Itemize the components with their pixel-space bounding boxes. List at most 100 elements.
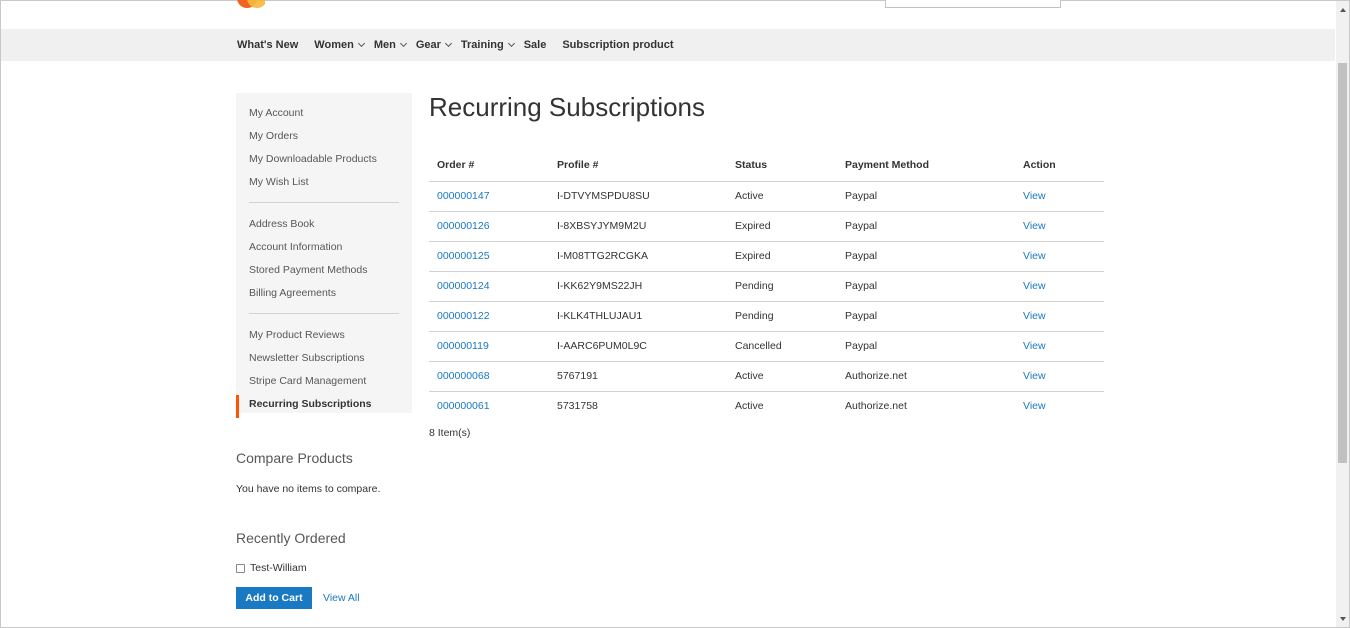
nav-item-sale[interactable]: Sale [524, 39, 547, 51]
cell-order: 000000122 [429, 301, 549, 332]
cell-payment: Paypal [837, 301, 1015, 332]
order-link[interactable]: 000000125 [437, 250, 490, 262]
search-input[interactable] [885, 0, 1061, 8]
nav-item-men[interactable]: Men [373, 39, 407, 51]
cell-status: Pending [727, 271, 837, 302]
sidebar-item-my-downloadable-products[interactable]: My Downloadable Products [236, 150, 412, 173]
subscriptions-table: Order # Profile # Status Payment Method … [429, 150, 1104, 421]
table-row: 000000147 I-DTVYMSPDU8SU Active Paypal View [429, 181, 1104, 212]
cell-profile: I-AARC6PUM0L9C [549, 331, 727, 362]
nav-item-label: Men [373, 39, 396, 51]
sidebar-item-account-information[interactable]: Account Information [236, 238, 412, 261]
table-row: 000000125 I-M08TTG2RCGKA Expired Paypal View [429, 241, 1104, 272]
nav-item-gear[interactable]: Gear [415, 39, 452, 51]
recently-ordered-title: Recently Ordered [236, 530, 346, 546]
nav-item-label: Women [314, 39, 354, 51]
nav-item-women[interactable]: Women [314, 39, 365, 51]
cell-status: Active [727, 361, 837, 392]
add-to-cart-button[interactable]: Add to Cart [236, 587, 312, 609]
checkbox-icon[interactable] [236, 563, 245, 573]
cell-order: 000000068 [429, 361, 549, 392]
account-navigation: My Account My Orders My Downloadable Produ… [236, 93, 412, 418]
page-scrollbar[interactable] [1336, 1, 1349, 627]
nav-menu: What's New Women Men Gear Training Sale Subscr… [237, 29, 690, 61]
cell-payment: Paypal [837, 181, 1015, 212]
table-header-row: Order # Profile # Status Payment Method … [429, 150, 1104, 182]
table-row: 000000119 I-AARC6PUM0L9C Cancelled Paypal Vi… [429, 331, 1104, 362]
sidebar-item-address-book[interactable]: Address Book [236, 215, 412, 238]
cell-action: View [1015, 331, 1104, 362]
cell-action: View [1015, 271, 1104, 302]
nav-item-what-s-new[interactable]: What's New [237, 39, 298, 51]
cell-action: View [1015, 181, 1104, 212]
nav-item-training[interactable]: Training [461, 39, 515, 51]
page-title: Recurring Subscriptions [429, 92, 706, 122]
cell-order: 000000124 [429, 271, 549, 302]
sidebar-item-my-account[interactable]: My Account [236, 104, 412, 127]
cell-status: Active [735, 400, 764, 413]
table-row: 000000126 I-8XBSYJYM9M2U Expired Paypal View [429, 211, 1104, 242]
order-link[interactable]: 000000068 [437, 370, 490, 382]
view-all-link[interactable]: View All [323, 592, 360, 604]
cell-order: 000000147 [429, 181, 549, 212]
cell-profile: 5731758 [557, 400, 598, 413]
nav-item-label: Gear [415, 39, 441, 51]
view-link[interactable]: View [1023, 310, 1046, 322]
order-link[interactable]: 000000124 [437, 280, 490, 292]
order-link[interactable]: 000000061 [437, 400, 490, 412]
cell-payment: Paypal [837, 271, 1015, 302]
sidebar-item-newsletter-subscriptions[interactable]: Newsletter Subscriptions [236, 349, 412, 372]
order-link[interactable]: 000000122 [437, 310, 490, 322]
view-link[interactable]: View [1023, 340, 1046, 352]
nav-item-label: Subscription product [562, 39, 674, 51]
view-link[interactable]: View [1023, 190, 1046, 202]
recently-ordered-item-label: Test-William [250, 562, 307, 574]
chevron-down-icon [507, 39, 515, 48]
main-navigation: What's New Women Men Gear Training Sale Subscr… [1, 29, 1335, 61]
column-header-profile: Profile # [549, 150, 727, 182]
cell-profile: I-M08TTG2RCGKA [549, 241, 727, 272]
recently-ordered-item: Test-William [236, 562, 307, 574]
chevron-down-icon [444, 39, 452, 48]
cell-action: View [1015, 391, 1104, 421]
scroll-thumb[interactable] [1338, 63, 1347, 463]
sidebar-item-stored-payment-methods[interactable]: Stored Payment Methods [236, 261, 412, 284]
order-link[interactable]: 000000126 [437, 220, 490, 232]
cell-profile: I-KLK4THLUJAU1 [549, 301, 727, 332]
sidebar-item-stripe-card-management[interactable]: Stripe Card Management [236, 372, 412, 395]
nav-item-subscription-product[interactable]: Subscription product [562, 39, 673, 51]
cell-status: Active [727, 181, 837, 212]
sidebar-item-billing-agreements[interactable]: Billing Agreements [236, 284, 412, 307]
cell-profile: I-8XBSYJYM9M2U [549, 211, 727, 242]
order-link[interactable]: 000000119 [437, 340, 489, 352]
view-link[interactable]: View [1023, 400, 1046, 412]
sidebar-divider [249, 202, 399, 203]
sidebar-item-my-wish-list[interactable]: My Wish List [236, 173, 412, 196]
store-logo[interactable] [237, 0, 265, 9]
chevron-down-icon [357, 39, 365, 48]
view-link[interactable]: View [1023, 280, 1046, 292]
cell-order: 000000126 [429, 211, 549, 242]
view-link[interactable]: View [1023, 250, 1046, 262]
cell-profile: 5767191 [549, 361, 727, 392]
order-link[interactable]: 000000147 [437, 190, 490, 202]
column-header-action: Action [1015, 150, 1104, 182]
chevron-down-icon [399, 39, 407, 48]
cell-action: View [1015, 241, 1104, 272]
sidebar-item-my-orders[interactable]: My Orders [236, 127, 412, 150]
items-count: 8 Item(s) [429, 427, 471, 439]
arrow-up-icon[interactable] [1340, 8, 1346, 12]
view-link[interactable]: View [1023, 220, 1046, 232]
cell-status: Pending [727, 301, 837, 332]
arrow-down-icon[interactable] [1340, 617, 1346, 621]
cell-payment: Paypal [837, 241, 1015, 272]
cell-payment: Paypal [837, 211, 1015, 242]
cell-order: 000000125 [429, 241, 549, 272]
column-header-order: Order # [429, 150, 549, 182]
cell-profile: I-KK62Y9MS22JH [549, 271, 727, 302]
cell-order: 000000119 [429, 331, 549, 362]
view-link[interactable]: View [1023, 370, 1046, 382]
cell-profile: I-DTVYMSPDU8SU [549, 181, 727, 212]
sidebar-item-recurring-subscriptions[interactable]: Recurring Subscriptions [236, 395, 412, 418]
sidebar-item-my-product-reviews[interactable]: My Product Reviews [236, 326, 412, 349]
